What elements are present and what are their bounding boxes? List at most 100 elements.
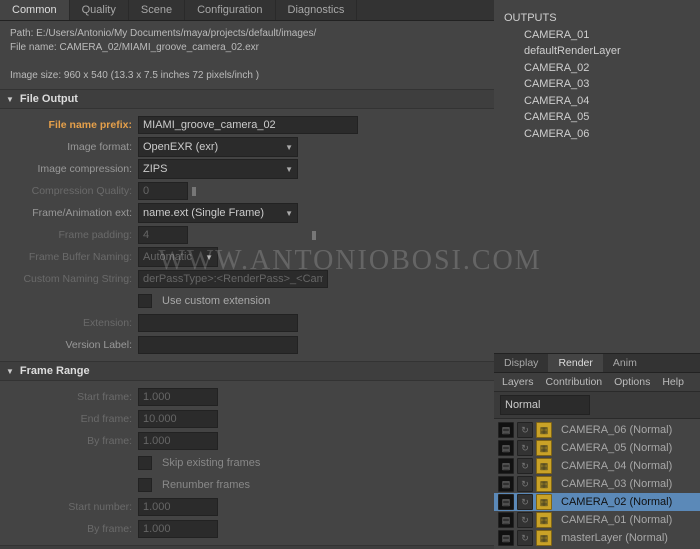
recycle-icon: ↻ [517, 494, 533, 510]
layer-name: CAMERA_05 (Normal) [561, 442, 696, 454]
frameanim-label: Frame/Animation ext: [0, 207, 138, 219]
film-icon: ▦ [536, 458, 552, 474]
tab-scene[interactable]: Scene [129, 0, 185, 20]
byframe-input [138, 432, 218, 450]
clapboard-icon: ▤ [498, 476, 514, 492]
film-icon: ▦ [536, 476, 552, 492]
clapboard-icon: ▤ [498, 512, 514, 528]
file-label: File name: [10, 42, 57, 53]
renumber-checkbox[interactable] [138, 478, 152, 492]
compqual-label: Compression Quality: [0, 185, 138, 197]
output-item[interactable]: CAMERA_02 [504, 60, 690, 77]
film-icon: ▦ [536, 422, 552, 438]
layer-row[interactable]: ▤↻▦CAMERA_04 (Normal) [494, 457, 700, 475]
chevron-down-icon: ▼ [6, 95, 14, 104]
byframe2-input [138, 520, 218, 538]
padding-input [138, 226, 188, 244]
tab-display[interactable]: Display [494, 354, 548, 372]
layer-row[interactable]: ▤↻▦CAMERA_03 (Normal) [494, 475, 700, 493]
recycle-icon: ↻ [517, 458, 533, 474]
layer-name: CAMERA_01 (Normal) [561, 514, 696, 526]
byframe-label: By frame: [0, 435, 138, 447]
prefix-input[interactable] [138, 116, 358, 134]
output-item[interactable]: CAMERA_03 [504, 76, 690, 93]
tab-anim[interactable]: Anim [603, 354, 647, 372]
caret-icon: ▼ [285, 209, 293, 218]
verlabel-label: Version Label: [0, 339, 138, 351]
menu-options[interactable]: Options [614, 376, 650, 388]
section-file-output[interactable]: ▼ File Output [0, 89, 494, 109]
layer-row[interactable]: ▤↻▦CAMERA_06 (Normal) [494, 421, 700, 439]
layer-mode-select[interactable]: Normal [500, 395, 590, 415]
path-value: E:/Users/Antonio/My Documents/maya/proje… [36, 28, 316, 39]
bufnaming-value: Automatic [143, 251, 192, 263]
section-title: Frame Range [20, 365, 90, 377]
output-item[interactable]: CAMERA_06 [504, 126, 690, 143]
film-icon: ▦ [536, 530, 552, 546]
layer-row[interactable]: ▤↻▦ CAMERA_05 (Normal) [494, 439, 700, 457]
layer-row[interactable]: ▤↻▦CAMERA_01 (Normal) [494, 511, 700, 529]
film-icon: ▦ [536, 440, 552, 456]
skip-checkbox[interactable] [138, 456, 152, 470]
layer-row[interactable]: ▤↻▦CAMERA_02 (Normal) [494, 493, 700, 511]
byframe2-label: By frame: [0, 523, 138, 535]
frameanim-value: name.ext (Single Frame) [143, 207, 264, 219]
format-value: OpenEXR (exr) [143, 141, 218, 153]
frameanim-select[interactable]: name.ext (Single Frame) ▼ [138, 203, 298, 223]
clapboard-icon: ▤ [498, 440, 514, 456]
output-item[interactable]: defaultRenderLayer [504, 43, 690, 60]
layer-menu: Layers Contribution Options Help [494, 373, 700, 392]
section-renderable-cameras[interactable]: ▼Renderable Cameras [0, 545, 494, 549]
size-value: 960 x 540 (13.3 x 7.5 inches 72 pixels/i… [64, 70, 259, 81]
caret-icon: ▼ [285, 143, 293, 152]
caret-icon: ▼ [205, 253, 213, 262]
caret-icon: ▼ [285, 165, 293, 174]
startnum-input [138, 498, 218, 516]
padding-label: Frame padding: [0, 229, 138, 241]
output-item[interactable]: CAMERA_01 [504, 27, 690, 44]
padding-slider [192, 233, 342, 238]
customstr-label: Custom Naming String: [0, 273, 138, 285]
verlabel-input[interactable] [138, 336, 298, 354]
startframe-label: Start frame: [0, 391, 138, 403]
tab-quality[interactable]: Quality [70, 0, 129, 20]
format-label: Image format: [0, 141, 138, 153]
recycle-icon: ↻ [517, 422, 533, 438]
format-select[interactable]: OpenEXR (exr) ▼ [138, 137, 298, 157]
menu-layers[interactable]: Layers [502, 376, 534, 388]
renumber-label: Renumber frames [162, 479, 250, 491]
outputs-panel: OUTPUTS CAMERA_01 defaultRenderLayer CAM… [494, 0, 700, 146]
layer-row[interactable]: ▤↻▦ masterLayer (Normal) [494, 529, 700, 547]
tab-configuration[interactable]: Configuration [185, 0, 275, 20]
section-title: File Output [20, 93, 78, 105]
compression-select[interactable]: ZIPS▼ [138, 159, 298, 179]
chevron-down-icon: ▼ [6, 367, 14, 376]
compqual-input [138, 182, 188, 200]
tab-diagnostics[interactable]: Diagnostics [276, 0, 358, 20]
layer-name: masterLayer (Normal) [561, 532, 696, 544]
recycle-icon: ↻ [517, 476, 533, 492]
recycle-icon: ↻ [517, 440, 533, 456]
tab-common[interactable]: Common [0, 0, 70, 20]
ext-label: Extension: [0, 317, 138, 329]
clapboard-icon: ▤ [498, 458, 514, 474]
recycle-icon: ↻ [517, 530, 533, 546]
tab-render[interactable]: Render [548, 354, 602, 372]
endframe-label: End frame: [0, 413, 138, 425]
bufnaming-label: Frame Buffer Naming: [0, 251, 138, 263]
layer-name: CAMERA_06 (Normal) [561, 424, 696, 436]
customext-checkbox[interactable] [138, 294, 152, 308]
render-info: Path: E:/Users/Antonio/My Documents/maya… [0, 21, 494, 89]
menu-help[interactable]: Help [662, 376, 684, 388]
film-icon: ▦ [536, 512, 552, 528]
compqual-slider [192, 189, 342, 194]
output-item[interactable]: CAMERA_04 [504, 93, 690, 110]
customstr-input [138, 270, 328, 288]
section-frame-range[interactable]: ▼ Frame Range [0, 361, 494, 381]
clapboard-icon: ▤ [498, 494, 514, 510]
skip-label: Skip existing frames [162, 457, 260, 469]
menu-contribution[interactable]: Contribution [546, 376, 603, 388]
clapboard-icon: ▤ [498, 530, 514, 546]
output-item[interactable]: CAMERA_05 [504, 109, 690, 126]
outputs-title: OUTPUTS [504, 10, 690, 27]
